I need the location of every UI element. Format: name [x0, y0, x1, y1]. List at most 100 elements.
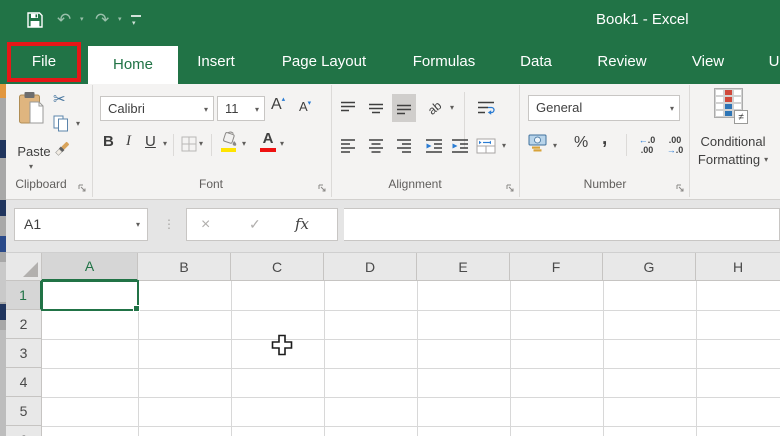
cut-icon[interactable]: ✂ [53, 90, 66, 108]
grow-font-letter: A [271, 96, 282, 113]
accounting-dropdown-icon[interactable]: ▾ [553, 142, 557, 150]
percent-style-button[interactable]: % [574, 134, 588, 152]
tab-formulas[interactable]: Formulas [400, 40, 488, 84]
tab-partial[interactable]: U [752, 40, 780, 84]
tab-view[interactable]: View [674, 40, 742, 84]
column-header-g[interactable]: G [603, 253, 696, 281]
decrease-indent-icon[interactable] [422, 132, 446, 160]
accounting-format-icon[interactable] [528, 133, 550, 158]
row-header-2[interactable]: 2 [6, 310, 42, 339]
row-header-1[interactable]: 1 [6, 281, 42, 310]
fill-color-icon[interactable] [219, 130, 239, 159]
number-dialog-launcher-icon[interactable] [676, 180, 685, 198]
shrink-font-arrow-icon: ▾ [307, 100, 312, 107]
tab-data[interactable]: Data [502, 40, 570, 84]
font-group-label: Font [198, 177, 223, 191]
conditional-formatting-button-line2[interactable]: Formatting ▾ [683, 152, 780, 167]
tab-file[interactable]: File [8, 40, 80, 84]
align-center-button[interactable] [364, 132, 388, 160]
group-separator [92, 85, 93, 197]
cancel-icon[interactable]: × [201, 209, 210, 240]
gridline [42, 339, 780, 340]
orientation-button[interactable]: ab [422, 94, 448, 122]
comma-style-button[interactable]: , [602, 128, 607, 150]
borders-icon[interactable] [181, 136, 197, 157]
column-header-e[interactable]: E [417, 253, 510, 281]
column-header-c[interactable]: C [231, 253, 324, 281]
column-header-h[interactable]: H [696, 253, 780, 281]
column-header-f[interactable]: F [510, 253, 603, 281]
alignment-dialog-launcher-icon[interactable] [506, 180, 515, 198]
bold-button[interactable]: B [103, 133, 114, 150]
tab-insert[interactable]: Insert [178, 40, 254, 84]
number-format-dropdown-icon[interactable]: ▾ [670, 105, 674, 113]
ribbon-tab-row: File Home Insert Page Layout Formulas Da… [0, 40, 780, 84]
insert-function-icon[interactable]: fx [295, 209, 309, 240]
cf-cell [715, 103, 724, 110]
formula-input[interactable] [344, 208, 780, 241]
italic-button[interactable]: I [126, 133, 131, 150]
font-color-button[interactable]: A [259, 131, 277, 152]
fill-handle[interactable] [133, 305, 140, 312]
increase-decimal-button[interactable]: ←.0 .00 [634, 135, 660, 155]
undo-dropdown-icon[interactable]: ▾ [80, 8, 84, 32]
orientation-dropdown-icon[interactable]: ▾ [450, 104, 454, 112]
redo-button[interactable]: ↷ [95, 8, 109, 32]
align-right-button[interactable] [392, 132, 416, 160]
font-size-value: 11 [225, 101, 239, 116]
font-size-dropdown-icon[interactable]: ▾ [255, 106, 259, 114]
align-left-button[interactable] [336, 132, 360, 160]
middle-align-button[interactable] [364, 94, 388, 122]
increase-font-size-button[interactable]: A▴ [271, 96, 285, 114]
fill-color-dropdown-icon[interactable]: ▾ [242, 140, 246, 148]
column-header-b[interactable]: B [138, 253, 231, 281]
clipboard-dialog-launcher-icon[interactable] [78, 180, 87, 198]
name-box-dropdown-icon[interactable]: ▾ [136, 221, 140, 229]
tab-home[interactable]: Home [88, 46, 178, 84]
row-header-6[interactable]: 6 [6, 426, 42, 436]
wrap-text-icon[interactable] [472, 94, 500, 122]
underline-dropdown-icon[interactable]: ▾ [163, 140, 167, 148]
bottom-align-button[interactable] [392, 94, 416, 122]
redo-dropdown-icon[interactable]: ▾ [118, 8, 122, 32]
row-header-3[interactable]: 3 [6, 339, 42, 368]
row-header-5[interactable]: 5 [6, 397, 42, 426]
decrease-font-size-button[interactable]: A▾ [299, 99, 311, 114]
merge-center-dropdown-icon[interactable]: ▾ [502, 142, 506, 150]
save-icon[interactable] [26, 11, 44, 34]
font-family-select[interactable]: Calibri ▾ [100, 96, 214, 121]
font-color-dropdown-icon[interactable]: ▾ [280, 140, 284, 148]
row-header-4[interactable]: 4 [6, 368, 42, 397]
select-all-button[interactable] [6, 253, 42, 281]
number-format-select[interactable]: General ▾ [528, 95, 680, 121]
copy-dropdown-icon[interactable]: ▾ [76, 120, 80, 128]
shrink-font-letter: A [299, 99, 308, 114]
column-header-d[interactable]: D [324, 253, 417, 281]
font-family-dropdown-icon[interactable]: ▾ [204, 106, 208, 114]
font-size-select[interactable]: 11 ▾ [217, 96, 265, 121]
active-cell-selection[interactable] [41, 280, 139, 311]
merge-center-icon[interactable] [472, 132, 500, 160]
borders-dropdown-icon[interactable]: ▾ [199, 140, 203, 148]
formula-bar: A1 ▾ ⋮ × ✓ fx [6, 200, 780, 253]
mini-separator [173, 134, 174, 156]
column-header-a[interactable]: A [42, 253, 138, 281]
paste-dropdown-icon[interactable]: ▾ [29, 163, 33, 171]
font-color-letter: A [262, 130, 274, 147]
undo-button[interactable]: ↶ [57, 8, 71, 32]
conditional-formatting-button-line1[interactable]: Conditional [683, 134, 780, 149]
font-dialog-launcher-icon[interactable] [318, 180, 327, 198]
tab-review[interactable]: Review [582, 40, 662, 84]
underline-button[interactable]: U [145, 133, 156, 150]
paste-icon[interactable] [18, 91, 48, 132]
top-align-button[interactable] [336, 94, 360, 122]
format-painter-icon[interactable] [53, 140, 71, 163]
qat-customize-caret[interactable]: ▾ [132, 12, 136, 36]
increase-indent-icon[interactable] [448, 132, 472, 160]
tab-page-layout[interactable]: Page Layout [258, 40, 390, 84]
cell-cursor-icon [271, 334, 293, 361]
name-box[interactable]: A1 ▾ [14, 208, 148, 241]
enter-icon[interactable]: ✓ [249, 209, 261, 240]
copy-icon[interactable] [53, 115, 69, 137]
formula-bar-splitter[interactable]: ⋮ [163, 208, 175, 241]
